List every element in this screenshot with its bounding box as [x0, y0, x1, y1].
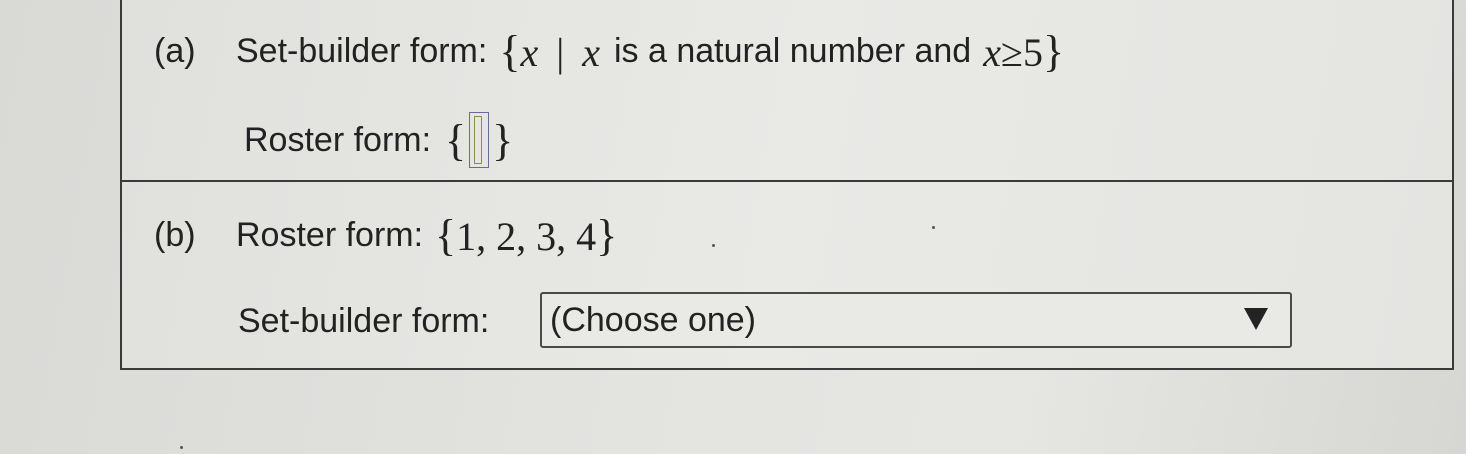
speck: [180, 446, 183, 449]
part-b-roster-label: Roster form:: [236, 216, 424, 254]
condition-inequality: x≥5}: [983, 26, 1064, 77]
section-divider: [122, 180, 1452, 182]
setbuilder-dropdown[interactable]: (Choose one): [540, 292, 1292, 348]
part-b-setbuilder-row: Set-builder form:: [238, 302, 489, 341]
part-b-roster-row: (b) Roster form: {1, 2, 3, 4}: [154, 210, 617, 261]
open-brace: {: [499, 27, 521, 76]
condition-text: is a natural number and: [614, 32, 972, 70]
condition-variable-2: x: [983, 30, 1001, 75]
speck: [712, 244, 715, 247]
geq-symbol: ≥: [1000, 30, 1023, 75]
part-a-setbuilder-label: Set-builder form:: [236, 32, 488, 70]
part-b-setbuilder-label: Set-builder form:: [238, 302, 490, 340]
part-b-close-brace: }: [596, 211, 618, 260]
part-a-setbuilder-row: (a) Set-builder form: {x | x is a natura…: [154, 26, 1064, 77]
such-that-bar: |: [556, 30, 565, 75]
condition-variable: x: [582, 30, 600, 75]
set-variable: x: [520, 30, 539, 75]
condition-number: 5: [1022, 30, 1043, 75]
part-b-open-brace: {: [435, 211, 457, 260]
close-brace: }: [1042, 27, 1065, 76]
part-a-set-expression: {x | x: [499, 26, 600, 77]
part-a-roster-row: Roster form: { }: [244, 112, 513, 168]
speck: [932, 226, 935, 229]
roster-answer-input[interactable]: { }: [445, 112, 513, 168]
part-a-roster-label: Roster form:: [244, 120, 432, 159]
part-b-roster-values: 1, 2, 3, 4: [456, 214, 597, 259]
part-b-roster-set: {1, 2, 3, 4}: [435, 210, 617, 261]
triangle-down-icon[interactable]: [1244, 308, 1268, 330]
setbuilder-dropdown-value: (Choose one): [550, 300, 757, 339]
roster-close-brace: }: [492, 115, 514, 165]
part-b-label: (b): [154, 216, 196, 254]
roster-answer-box[interactable]: [469, 112, 490, 168]
roster-open-brace: {: [445, 115, 467, 165]
part-a-label: (a): [154, 32, 196, 70]
